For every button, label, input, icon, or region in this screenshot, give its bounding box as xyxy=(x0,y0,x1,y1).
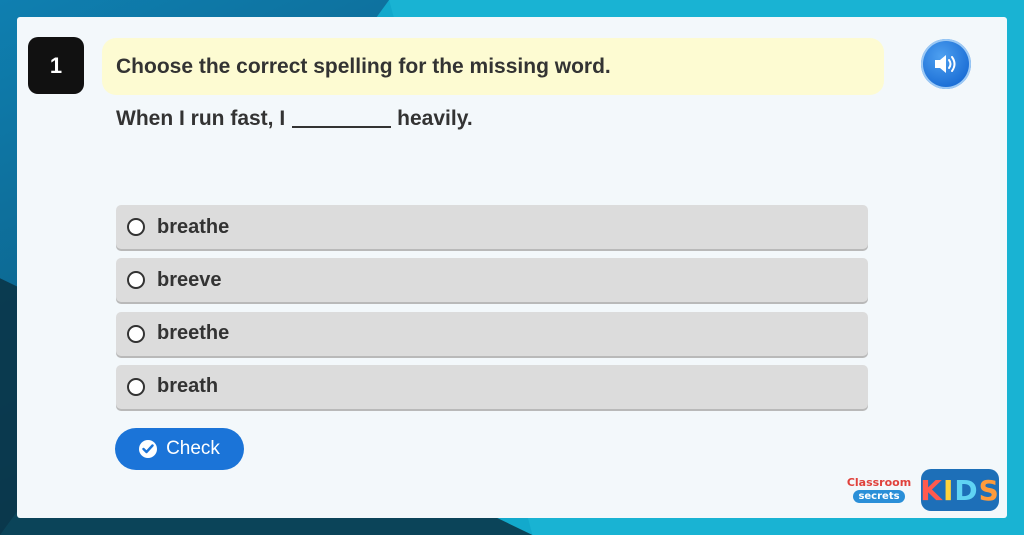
classroom-secrets-logo: Classroom secrets xyxy=(842,477,916,507)
radio-button[interactable] xyxy=(127,377,145,396)
option-label: breath xyxy=(157,375,219,398)
logo-kids-k: K xyxy=(920,473,943,507)
radio-button[interactable] xyxy=(127,271,145,290)
option-label: breathe xyxy=(157,215,230,238)
missing-word-blank xyxy=(292,110,392,128)
logo-kids-d: D xyxy=(954,473,979,507)
radio-button[interactable] xyxy=(127,324,145,343)
check-label: Check xyxy=(166,438,220,459)
question-prompt: Choose the correct spelling for the miss… xyxy=(102,38,884,95)
answer-option[interactable]: breethe xyxy=(116,311,868,356)
audio-button[interactable] xyxy=(921,39,971,89)
answer-option[interactable]: breath xyxy=(116,364,868,409)
check-circle-icon xyxy=(139,440,158,458)
speaker-icon xyxy=(935,55,956,73)
kids-logo: K I D S xyxy=(920,469,1000,511)
question-sentence: When I run fast, I heavily. xyxy=(116,104,473,134)
prompt-text: Choose the correct spelling for the miss… xyxy=(116,54,611,78)
answer-option[interactable]: breathe xyxy=(116,205,868,249)
logo-kids-i: I xyxy=(942,473,955,507)
sentence-after: heavily. xyxy=(397,107,473,130)
logo-classroom-text: Classroom xyxy=(846,476,912,489)
answer-option[interactable]: breeve xyxy=(116,258,868,303)
option-label: breethe xyxy=(157,322,230,345)
answer-options: breathe breeve breethe breath xyxy=(116,205,868,418)
check-button[interactable]: Check xyxy=(115,428,244,470)
question-number: 1 xyxy=(28,37,84,94)
option-label: breeve xyxy=(157,268,222,291)
logo-secrets-text: secrets xyxy=(853,490,905,503)
sentence-before: When I run fast, I xyxy=(116,107,286,130)
logo-kids-s: S xyxy=(978,473,1000,507)
radio-button[interactable] xyxy=(127,218,145,236)
